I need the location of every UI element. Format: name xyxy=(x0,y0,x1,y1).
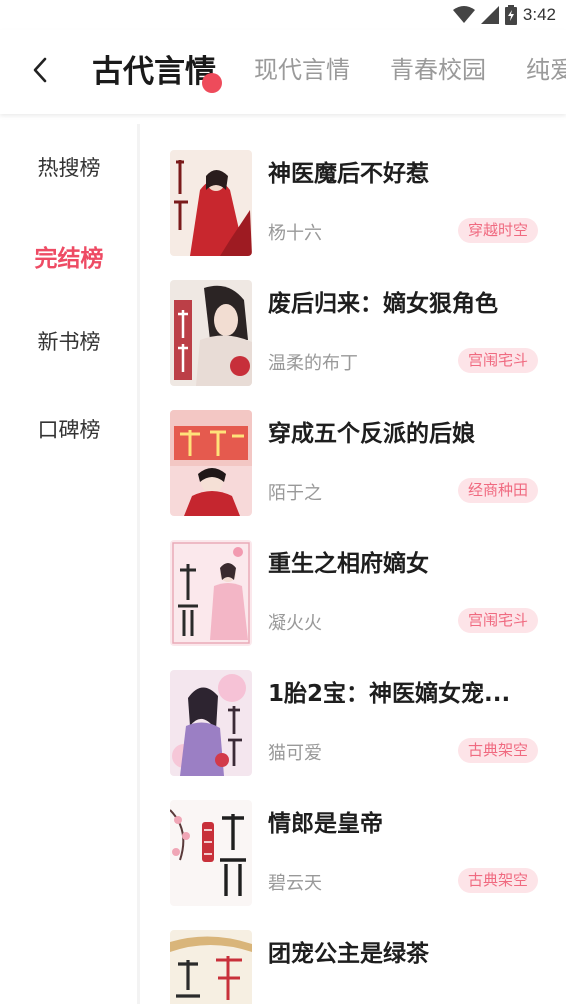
book-item[interactable]: 重生之相府嫡女 凝火火 宫闱宅斗 xyxy=(170,540,550,650)
book-cover[interactable] xyxy=(170,150,252,256)
status-icons: 3:42 xyxy=(452,4,556,26)
book-item[interactable]: 1胎2宝：神医嫡女宠... 猫可爱 古典架空 xyxy=(170,670,550,780)
book-item[interactable]: 情郎是皇帝 碧云天 古典架空 xyxy=(170,800,550,910)
tab-ancient-romance[interactable]: 古代言情 xyxy=(92,46,216,91)
book-author: 温柔的布丁 xyxy=(268,353,358,374)
genre-tag: 宫闱宅斗 xyxy=(457,348,538,373)
book-title: 重生之相府嫡女 xyxy=(268,551,429,577)
sidebar-item-completed[interactable]: 完结榜 xyxy=(0,239,138,273)
genre-tag: 经商种田 xyxy=(457,478,538,503)
sidebar-item-new-books[interactable]: 新书榜 xyxy=(0,326,138,356)
book-author: 凝火火 xyxy=(268,613,322,634)
chevron-left-icon xyxy=(33,57,47,83)
book-cover[interactable] xyxy=(170,800,252,906)
tab-modern-romance[interactable]: 现代言情 xyxy=(254,50,350,85)
book-cover[interactable] xyxy=(170,670,252,776)
active-tab-indicator xyxy=(202,73,222,93)
book-cover[interactable] xyxy=(170,540,252,646)
book-item[interactable]: 废后归来：嫡女狠角色 温柔的布丁 宫闱宅斗 xyxy=(170,280,550,390)
category-tab-bar: 古代言情 现代言情 青春校园 纯爱 xyxy=(0,30,566,114)
book-title: 1胎2宝：神医嫡女宠... xyxy=(268,681,511,707)
genre-tag: 穿越时空 xyxy=(457,218,538,243)
book-cover[interactable] xyxy=(170,930,252,1004)
book-item[interactable]: 团宠公主是绿茶 xyxy=(170,930,550,1004)
book-title: 废后归来：嫡女狠角色 xyxy=(268,291,498,317)
signal-icon xyxy=(480,6,499,24)
sidebar-item-hot-search[interactable]: 热搜榜 xyxy=(0,152,138,182)
status-time: 3:42 xyxy=(522,5,556,24)
status-bar: 3:42 xyxy=(0,0,566,30)
tab-youth-campus[interactable]: 青春校园 xyxy=(390,50,486,85)
book-author: 碧云天 xyxy=(268,873,322,894)
book-author: 杨十六 xyxy=(268,223,322,244)
wifi-icon xyxy=(452,6,475,23)
book-item[interactable]: 神医魔后不好惹 杨十六 穿越时空 xyxy=(170,150,550,260)
book-cover[interactable] xyxy=(170,410,252,516)
book-author: 陌于之 xyxy=(268,483,322,504)
sidebar-item-reputation[interactable]: 口碑榜 xyxy=(0,414,138,444)
sidebar-divider xyxy=(137,124,140,1004)
book-title: 情郎是皇帝 xyxy=(268,811,383,837)
genre-tag: 古典架空 xyxy=(457,868,538,893)
genre-tag: 古典架空 xyxy=(457,738,538,763)
ranking-sidebar: 热搜榜 完结榜 新书榜 口碑榜 xyxy=(0,114,138,1004)
book-title: 神医魔后不好惹 xyxy=(268,161,429,187)
genre-tag: 宫闱宅斗 xyxy=(457,608,538,633)
battery-icon xyxy=(504,5,517,25)
tab-pure-love[interactable]: 纯爱 xyxy=(526,50,566,85)
book-author: 猫可爱 xyxy=(268,743,322,764)
book-title: 穿成五个反派的后娘 xyxy=(268,421,475,447)
book-item[interactable]: 穿成五个反派的后娘 陌于之 经商种田 xyxy=(170,410,550,520)
back-button[interactable] xyxy=(22,52,58,88)
book-cover[interactable] xyxy=(170,280,252,386)
book-title: 团宠公主是绿茶 xyxy=(268,941,429,967)
